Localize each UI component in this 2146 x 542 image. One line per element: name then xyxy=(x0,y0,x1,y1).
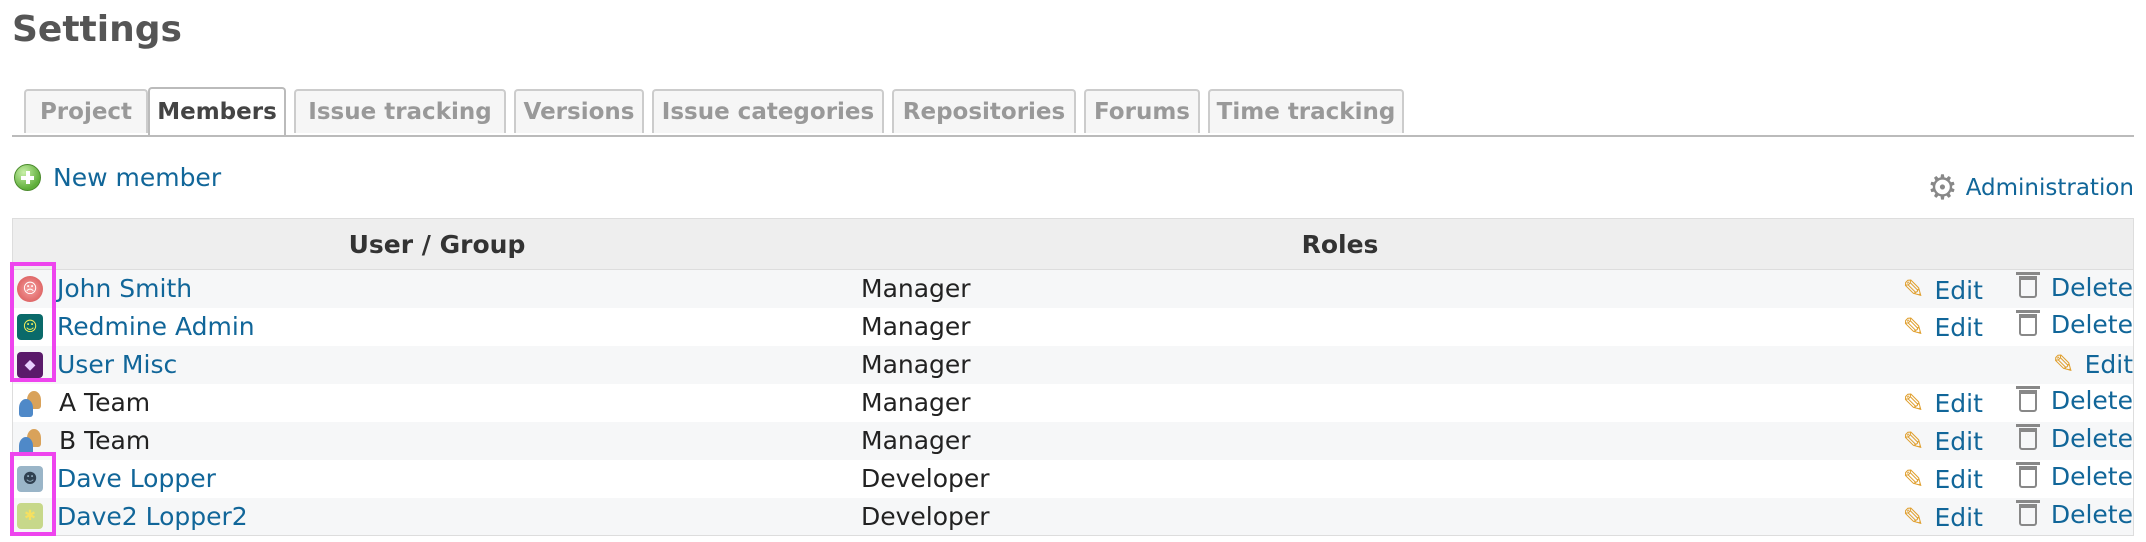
pencil-icon: ✎ xyxy=(1902,312,1925,343)
delete-label: Delete xyxy=(2050,424,2133,454)
trash-icon xyxy=(2015,272,2040,298)
member-role: Developer xyxy=(861,464,990,493)
member-link[interactable]: Dave Lopper xyxy=(57,464,216,493)
plus-circle-icon xyxy=(14,164,41,191)
member-role: Manager xyxy=(861,312,971,341)
member-role: Developer xyxy=(861,501,990,531)
member-role: Manager xyxy=(861,350,971,379)
edit-label: Edit xyxy=(2084,350,2133,379)
trash-icon xyxy=(2015,423,2040,450)
settings-tabs: Project Members Issue tracking Versions … xyxy=(12,87,2134,137)
table-row: A Team Manager ✎ Edit Delete xyxy=(12,383,2134,422)
edit-label: Edit xyxy=(1934,389,1983,419)
table-row: ✱ Dave2 Lopper2 Developer ✎ Edit Delete xyxy=(12,497,2134,536)
delete-label: Delete xyxy=(2050,500,2133,529)
tab-issue-categories[interactable]: Issue categories xyxy=(652,89,884,133)
pencil-icon: ✎ xyxy=(1902,502,1925,533)
delete-button[interactable]: Delete xyxy=(2015,423,2133,454)
pencil-icon: ✎ xyxy=(1902,275,1925,305)
table-row: ☹ John Smith Manager ✎ Edit Delete xyxy=(12,269,2134,308)
gear-icon: ⚙ xyxy=(1927,168,1958,208)
table-row: B Team Manager ✎ Edit Delete xyxy=(12,421,2134,460)
member-link[interactable]: Redmine Admin xyxy=(57,312,255,341)
delete-label: Delete xyxy=(2050,310,2133,340)
trash-icon xyxy=(2015,461,2040,488)
delete-button[interactable]: Delete xyxy=(2015,272,2133,302)
edit-button[interactable]: ✎ Edit xyxy=(1903,503,1983,533)
header-roles: Roles xyxy=(861,218,1819,270)
pencil-icon: ✎ xyxy=(1902,388,1925,419)
edit-button[interactable]: ✎ Edit xyxy=(2053,350,2133,380)
new-member-label: New member xyxy=(53,163,222,192)
delete-button[interactable]: Delete xyxy=(2015,309,2133,340)
member-role: Manager xyxy=(861,426,971,455)
edit-button[interactable]: ✎ Edit xyxy=(1903,313,1983,343)
new-member-link[interactable]: New member xyxy=(14,163,221,192)
edit-label: Edit xyxy=(1934,313,1983,343)
pencil-icon: ✎ xyxy=(2052,349,2075,380)
pencil-icon: ✎ xyxy=(1902,426,1925,457)
member-link[interactable]: User Misc xyxy=(57,350,177,379)
tab-members[interactable]: Members xyxy=(148,87,286,135)
group-name: B Team xyxy=(59,426,151,455)
table-row: ☻ Dave Lopper Developer ✎ Edit Delete xyxy=(12,459,2134,498)
avatar-highlight-box xyxy=(10,452,56,536)
group-icon xyxy=(17,389,45,417)
delete-label: Delete xyxy=(2050,272,2133,302)
member-link[interactable]: Dave2 Lopper2 xyxy=(57,502,248,531)
trash-icon xyxy=(2015,499,2040,526)
edit-label: Edit xyxy=(1934,427,1983,457)
delete-button[interactable]: Delete xyxy=(2015,499,2133,529)
table-row: ☺ Redmine Admin Manager ✎ Edit Delete xyxy=(12,307,2134,346)
delete-label: Delete xyxy=(2050,386,2133,416)
trash-icon xyxy=(2015,309,2040,336)
edit-label: Edit xyxy=(1934,275,1983,305)
header-actions xyxy=(1819,218,2134,270)
edit-button[interactable]: ✎ Edit xyxy=(1903,275,1983,305)
table-row: ◆ User Misc Manager ✎ Edit xyxy=(12,345,2134,384)
member-role: Manager xyxy=(861,274,971,304)
edit-label: Edit xyxy=(1934,503,1983,532)
delete-button[interactable]: Delete xyxy=(2015,385,2133,416)
tab-forums[interactable]: Forums xyxy=(1084,89,1200,133)
tab-repositories[interactable]: Repositories xyxy=(892,89,1076,133)
administration-label: Administration xyxy=(1965,175,2134,201)
administration-link[interactable]: ⚙ Administration xyxy=(1927,168,2134,208)
group-icon xyxy=(17,427,45,455)
member-role: Manager xyxy=(861,388,971,417)
edit-button[interactable]: ✎ Edit xyxy=(1903,389,1983,419)
tab-time-tracking[interactable]: Time tracking xyxy=(1208,89,1404,133)
avatar-highlight-box xyxy=(10,262,56,382)
edit-button[interactable]: ✎ Edit xyxy=(1903,465,1983,495)
trash-icon xyxy=(2015,385,2040,412)
members-table: User / Group Roles ☹ John Smith Manager … xyxy=(12,218,2134,536)
tab-issue-tracking[interactable]: Issue tracking xyxy=(294,89,506,133)
edit-button[interactable]: ✎ Edit xyxy=(1903,427,1983,457)
group-name: A Team xyxy=(59,388,151,417)
pencil-icon: ✎ xyxy=(1902,464,1925,495)
tab-project[interactable]: Project xyxy=(24,89,148,133)
edit-label: Edit xyxy=(1934,465,1983,495)
page-title: Settings xyxy=(12,9,182,50)
header-user-group: User / Group xyxy=(12,218,861,270)
delete-button[interactable]: Delete xyxy=(2015,461,2133,492)
tab-versions[interactable]: Versions xyxy=(514,89,644,133)
delete-label: Delete xyxy=(2050,462,2133,492)
table-header-row: User / Group Roles xyxy=(12,218,2134,270)
member-link[interactable]: John Smith xyxy=(57,274,192,303)
